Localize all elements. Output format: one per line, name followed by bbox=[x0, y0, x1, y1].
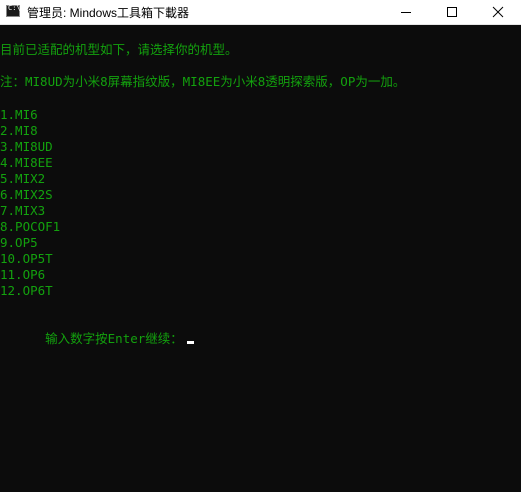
model-option: 12.OP6T bbox=[0, 283, 53, 298]
model-option: 1.MI6 bbox=[0, 107, 38, 122]
model-option: 2.MI8 bbox=[0, 123, 38, 138]
input-prompt: 输入数字按Enter继续： bbox=[45, 331, 183, 346]
model-option: 3.MI8UD bbox=[0, 139, 53, 154]
close-button[interactable] bbox=[475, 0, 521, 24]
model-option: 5.MIX2 bbox=[0, 171, 46, 186]
title-bar[interactable]: 管理员: Mindows工具箱下載器 bbox=[0, 0, 521, 25]
minimize-icon bbox=[401, 12, 411, 13]
model-option: 4.MI8EE bbox=[0, 155, 53, 170]
model-option: 7.MIX3 bbox=[0, 203, 46, 218]
minimize-button[interactable] bbox=[383, 0, 429, 24]
input-prompt-line[interactable]: 输入数字按Enter继续： bbox=[0, 315, 194, 363]
cmd-icon[interactable] bbox=[6, 4, 21, 17]
note-line: 注：MI8UD为小米8屏幕指纹版，MI8EE为小米8透明探索版，OP为一加。 bbox=[0, 74, 406, 89]
text-cursor[interactable] bbox=[186, 341, 194, 344]
maximize-icon bbox=[447, 7, 457, 17]
intro-line: 目前已适配的机型如下，请选择你的机型。 bbox=[0, 42, 238, 57]
model-option: 10.OP5T bbox=[0, 251, 53, 266]
maximize-button[interactable] bbox=[429, 0, 475, 24]
model-option: 11.OP6 bbox=[0, 267, 46, 282]
model-option: 8.POCOF1 bbox=[0, 219, 61, 234]
model-option: 9.OP5 bbox=[0, 235, 38, 250]
console-window: 管理员: Mindows工具箱下載器 目前已适配的机型如下，请选择你的机型。 注… bbox=[0, 0, 521, 492]
model-option: 6.MIX2S bbox=[0, 187, 53, 202]
console-output[interactable]: 目前已适配的机型如下，请选择你的机型。 注：MI8UD为小米8屏幕指纹版，MI8… bbox=[0, 25, 521, 492]
close-icon bbox=[492, 6, 504, 18]
window-title: 管理员: Mindows工具箱下載器 bbox=[27, 6, 190, 20]
